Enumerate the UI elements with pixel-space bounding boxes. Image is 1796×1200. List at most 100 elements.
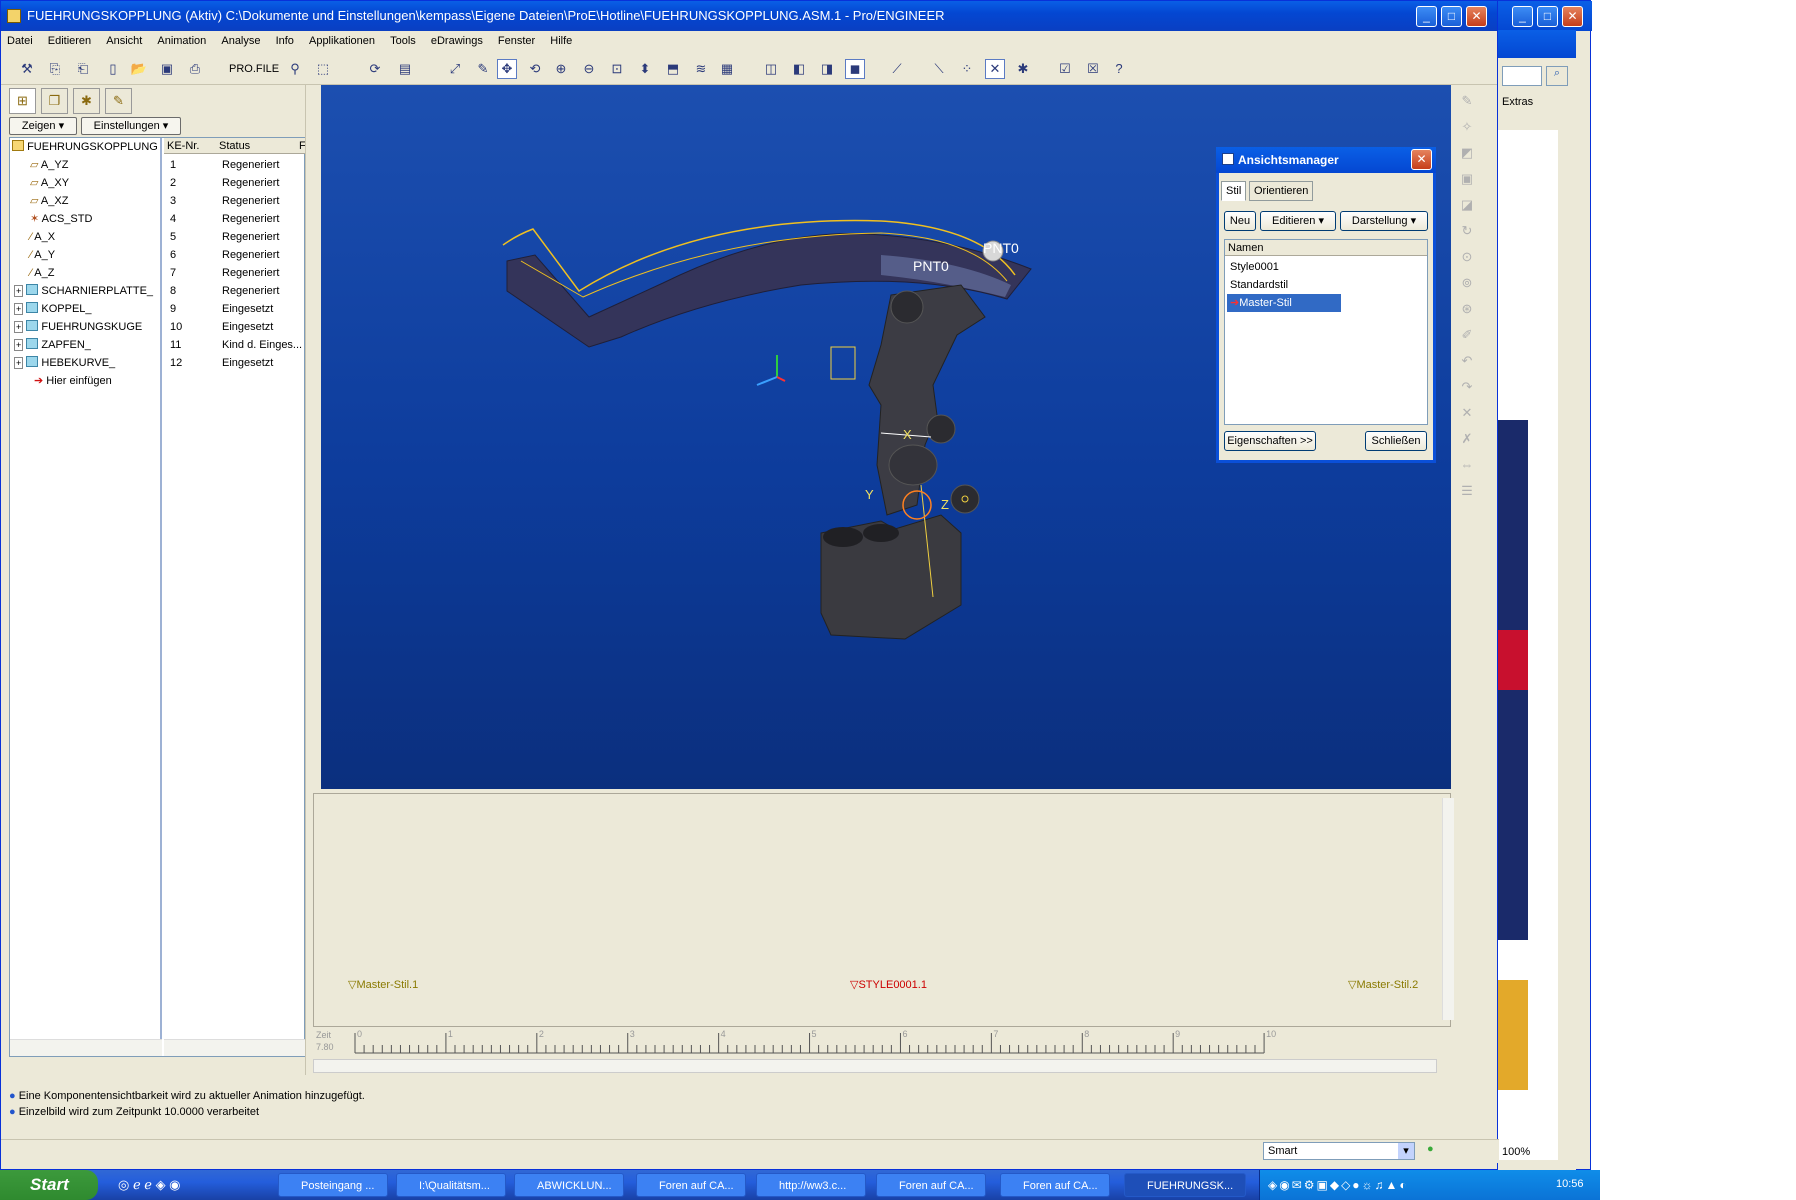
task-button-active[interactable]: FUEHRUNGSK... bbox=[1124, 1173, 1246, 1197]
expand-icon[interactable]: + bbox=[14, 339, 24, 351]
layers-icon[interactable]: ▤ bbox=[395, 59, 415, 79]
properties-button[interactable]: Eigenschaften >> bbox=[1224, 431, 1316, 451]
task-button[interactable]: Foren auf CA... bbox=[876, 1173, 986, 1197]
bg-close-button[interactable]: ✕ bbox=[1562, 6, 1583, 27]
filter-select[interactable]: Smart ▾ bbox=[1263, 1142, 1415, 1160]
timeline-marker[interactable]: ▽Master-Stil.2 bbox=[1348, 978, 1418, 991]
datum-axes-icon[interactable]: ⟍ bbox=[929, 59, 949, 79]
undo-icon[interactable]: ↶ bbox=[1458, 353, 1476, 371]
zoom-in-icon[interactable]: ⊕ bbox=[551, 59, 571, 79]
toolbar-icon[interactable]: ⇔ bbox=[1458, 457, 1476, 475]
tree-item[interactable]: + ZAPFEN_ bbox=[14, 336, 91, 354]
animation-timeline[interactable]: ▽Master-Stil.1 ▽STYLE0001.1 ▽Master-Stil… bbox=[313, 793, 1454, 1052]
start-button[interactable]: Start bbox=[0, 1170, 98, 1200]
tree-item[interactable]: ⁄ A_Z bbox=[30, 264, 54, 282]
show-dropdown[interactable]: Zeigen ▾ bbox=[9, 117, 77, 135]
tray-icons[interactable]: ◈◉✉⚙▣◆◇●☼♫▲◐ bbox=[1268, 1178, 1409, 1192]
minimize-button[interactable]: _ bbox=[1416, 6, 1437, 27]
new-assembly-icon[interactable]: ⚒ bbox=[17, 59, 37, 79]
tree-item[interactable]: ⁄ A_X bbox=[30, 228, 55, 246]
menu-info[interactable]: Info bbox=[270, 32, 300, 47]
wireframe-icon[interactable]: ◫ bbox=[761, 59, 781, 79]
spin-icon[interactable]: ⤢ bbox=[445, 59, 465, 79]
menu-edrawings[interactable]: eDrawings bbox=[425, 32, 489, 47]
regenerate-icon[interactable]: ⟳ bbox=[365, 59, 385, 79]
close-button[interactable]: ✕ bbox=[1466, 6, 1487, 27]
binoculars-icon[interactable]: ⚲ bbox=[285, 59, 305, 79]
extras-menu[interactable]: Extras bbox=[1502, 96, 1533, 108]
tab-favorites[interactable]: ✱ bbox=[73, 88, 100, 114]
datum-points-icon[interactable]: ⁘ bbox=[957, 59, 977, 79]
new-file-icon[interactable]: ▯ bbox=[103, 59, 123, 79]
select-box-icon[interactable]: ⬚ bbox=[313, 59, 333, 79]
tree-item[interactable]: ⁄ A_Y bbox=[30, 246, 55, 264]
time-ruler[interactable]: 0 1 2 3 4 5 6 7 8 9 10 bbox=[351, 1027, 1351, 1057]
columns-hscroll[interactable] bbox=[164, 1039, 306, 1056]
timeline-marker[interactable]: ▽Master-Stil.1 bbox=[348, 978, 418, 991]
shading-icon[interactable]: ◼ bbox=[845, 59, 865, 79]
fit-icon[interactable]: ⊡ bbox=[607, 59, 627, 79]
toolbar-icon[interactable]: ⊙ bbox=[1458, 249, 1476, 267]
csys-icon[interactable]: ✕ bbox=[985, 59, 1005, 79]
model-setup-icon[interactable]: ▦ bbox=[717, 59, 737, 79]
task-button[interactable]: Foren auf CA... bbox=[636, 1173, 746, 1197]
task-button[interactable]: Foren auf CA... bbox=[1000, 1173, 1110, 1197]
style-item[interactable]: Standardstil bbox=[1227, 276, 1288, 294]
toolbar-icon[interactable]: ✧ bbox=[1458, 119, 1476, 137]
tab-model-tree[interactable]: ⊞ bbox=[9, 88, 36, 114]
toolbar-icon[interactable]: ⊚ bbox=[1458, 275, 1476, 293]
layer-tree-icon[interactable]: ≋ bbox=[691, 59, 711, 79]
tree-item[interactable]: ▱ A_XZ bbox=[30, 192, 68, 210]
tab-stil[interactable]: Stil bbox=[1221, 181, 1247, 201]
paste-icon[interactable]: ⎗ bbox=[73, 59, 93, 79]
task-button[interactable]: ABWICKLUN... bbox=[514, 1173, 624, 1197]
menu-applikationen[interactable]: Applikationen bbox=[303, 32, 381, 47]
menu-editieren[interactable]: Editieren bbox=[42, 32, 97, 47]
tree-root[interactable]: FUEHRUNGSKOPPLUNG bbox=[12, 138, 158, 156]
toolbar-icon[interactable]: ☰ bbox=[1458, 483, 1476, 501]
menu-datei[interactable]: Datei bbox=[1, 32, 39, 47]
menu-hilfe[interactable]: Hilfe bbox=[544, 32, 578, 47]
toolbar-icon[interactable]: ✕ bbox=[1458, 405, 1476, 423]
toolbar-icon[interactable]: ◩ bbox=[1458, 145, 1476, 163]
toolbar-icon[interactable]: ✎ bbox=[1458, 93, 1476, 111]
task-button[interactable]: I:\Qualitätsm... bbox=[396, 1173, 506, 1197]
menu-tools[interactable]: Tools bbox=[384, 32, 422, 47]
hidden-line-icon[interactable]: ◧ bbox=[789, 59, 809, 79]
redo-icon[interactable]: ↷ bbox=[1458, 379, 1476, 397]
task-button[interactable]: Posteingang ... bbox=[278, 1173, 388, 1197]
quicklaunch-icons[interactable]: ◎ ℯ ℯ ◈ ◉ bbox=[118, 1177, 181, 1193]
toolbar-icon[interactable]: ▣ bbox=[1458, 171, 1476, 189]
orient-icon[interactable]: ⟲ bbox=[525, 59, 545, 79]
toolbar-icon[interactable]: ◪ bbox=[1458, 197, 1476, 215]
profile-button[interactable]: PRO.FILE bbox=[229, 63, 279, 75]
insert-here-item[interactable]: ➔ Hier einfügen bbox=[34, 372, 112, 390]
menu-ansicht[interactable]: Ansicht bbox=[100, 32, 148, 47]
edit-dropdown[interactable]: Editieren ▾ bbox=[1260, 211, 1336, 231]
settings-dropdown[interactable]: Einstellungen ▾ bbox=[81, 117, 181, 135]
names-header[interactable]: Namen bbox=[1225, 240, 1427, 256]
open-folder-icon[interactable]: 📂 bbox=[129, 59, 149, 79]
display-dropdown[interactable]: Darstellung ▾ bbox=[1340, 211, 1428, 231]
expand-icon[interactable]: + bbox=[14, 303, 24, 315]
tree-item[interactable]: + HEBEKURVE_ bbox=[14, 354, 115, 372]
annotations-icon[interactable]: ✱ bbox=[1013, 59, 1033, 79]
browser-search-input[interactable] bbox=[1502, 66, 1542, 86]
tab-folder-browser[interactable]: ❐ bbox=[41, 88, 68, 114]
pan-icon[interactable]: ✥ bbox=[497, 59, 517, 79]
datum-planes-icon[interactable]: ⟋ bbox=[887, 59, 907, 79]
zoom-level[interactable]: 100% bbox=[1502, 1146, 1530, 1158]
expand-icon[interactable]: + bbox=[14, 285, 24, 297]
saved-views-icon[interactable]: ⬒ bbox=[663, 59, 683, 79]
task-button[interactable]: http://ww3.c... bbox=[756, 1173, 866, 1197]
tree-item[interactable]: + KOPPEL_ bbox=[14, 300, 92, 318]
save-icon[interactable]: ▣ bbox=[157, 59, 177, 79]
bg-minimize-button[interactable]: _ bbox=[1512, 6, 1533, 27]
new-button[interactable]: Neu bbox=[1224, 211, 1256, 231]
print-icon[interactable]: ⎙ bbox=[185, 59, 205, 79]
toolbar-icon[interactable]: ✗ bbox=[1458, 431, 1476, 449]
tree-hscroll[interactable] bbox=[10, 1039, 162, 1056]
dialog-close-button[interactable]: ✕ bbox=[1411, 149, 1432, 170]
chevron-down-icon[interactable]: ▾ bbox=[1398, 1143, 1414, 1159]
tree-item[interactable]: ▱ A_XY bbox=[30, 174, 69, 192]
